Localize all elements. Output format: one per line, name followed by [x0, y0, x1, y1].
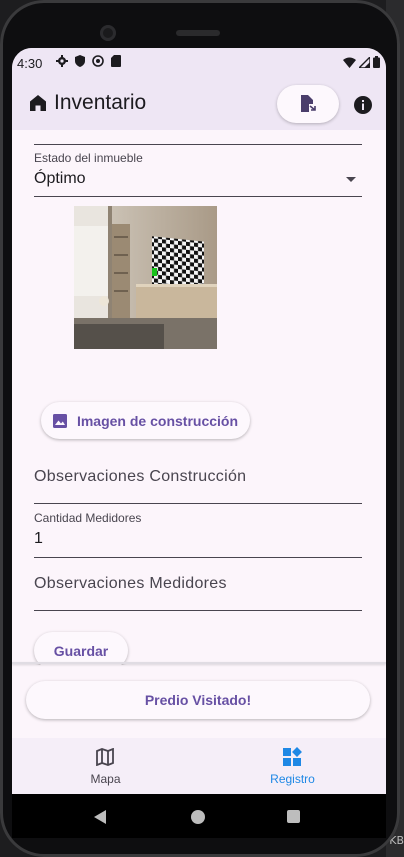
estado-label: Estado del inmueble: [34, 151, 143, 165]
map-icon: [96, 748, 114, 766]
cantidad-medidores-input[interactable]: 1: [34, 530, 43, 548]
form-scroll-area[interactable]: Estado del inmueble Óptimo Imagen de con…: [12, 130, 386, 665]
nav-item-registro[interactable]: Registro: [199, 738, 386, 794]
phone-frame: 4:30 Inventario Estado del inmueble Ópti…: [0, 0, 400, 857]
export-file-button[interactable]: [277, 85, 339, 123]
nav-label-mapa: Mapa: [90, 772, 121, 786]
vpn-icon: [92, 55, 104, 67]
back-icon[interactable]: [94, 810, 106, 824]
cantidad-medidores-underline: [34, 557, 362, 558]
wifi-icon: [343, 57, 356, 68]
status-time: 4:30: [17, 56, 43, 71]
predio-visitado-button[interactable]: Predio Visitado!: [26, 681, 370, 719]
nav-item-mapa[interactable]: Mapa: [12, 738, 199, 794]
construction-image-button-label: Imagen de construcción: [76, 412, 239, 429]
file-export-icon: [301, 95, 316, 112]
battery-icon: [373, 56, 380, 68]
earpiece-speaker: [176, 30, 220, 36]
observaciones-construccion-underline: [34, 503, 362, 504]
app-bar: Inventario: [12, 80, 386, 130]
room-photo-image: [74, 206, 217, 349]
status-bar: 4:30: [12, 48, 386, 80]
front-camera: [100, 25, 116, 41]
info-icon[interactable]: [353, 95, 373, 115]
image-icon: [52, 413, 67, 428]
section-divider: [12, 662, 386, 664]
page-title: Inventario: [54, 91, 147, 114]
shield-icon: [75, 55, 85, 67]
observaciones-medidores-underline: [34, 610, 362, 611]
cantidad-medidores-label: Cantidad Medidores: [34, 511, 142, 525]
app-screen: 4:30 Inventario Estado del inmueble Ópti…: [12, 48, 386, 838]
status-notification-icons: [56, 55, 122, 67]
home-icon: [30, 95, 46, 111]
construction-image-button[interactable]: Imagen de construcción: [41, 402, 250, 439]
recents-icon[interactable]: [287, 810, 300, 823]
signal-icon: [359, 56, 370, 68]
construction-photo: [74, 206, 217, 349]
predio-visitado-button-label: Predio Visitado!: [144, 692, 252, 708]
home-button-icon[interactable]: [191, 810, 205, 824]
estado-dropdown-underline: [34, 196, 362, 197]
dropdown-arrow-icon[interactable]: [346, 177, 356, 182]
sd-card-icon: [111, 55, 121, 67]
status-system-icons: [343, 56, 380, 68]
settings-icon: [56, 55, 68, 67]
estado-dropdown-value[interactable]: Óptimo: [34, 170, 86, 188]
system-navigation-bar: [12, 794, 386, 838]
save-button[interactable]: Guardar: [34, 632, 128, 665]
bottom-navigation: Mapa Registro: [12, 738, 386, 794]
nav-label-registro: Registro: [270, 772, 315, 786]
field-underline: [34, 144, 362, 145]
observaciones-medidores-input[interactable]: Observaciones Medidores: [34, 575, 227, 593]
save-button-label: Guardar: [53, 642, 109, 659]
dashboard-icon: [283, 747, 302, 766]
observaciones-construccion-input[interactable]: Observaciones Construcción: [34, 468, 246, 486]
